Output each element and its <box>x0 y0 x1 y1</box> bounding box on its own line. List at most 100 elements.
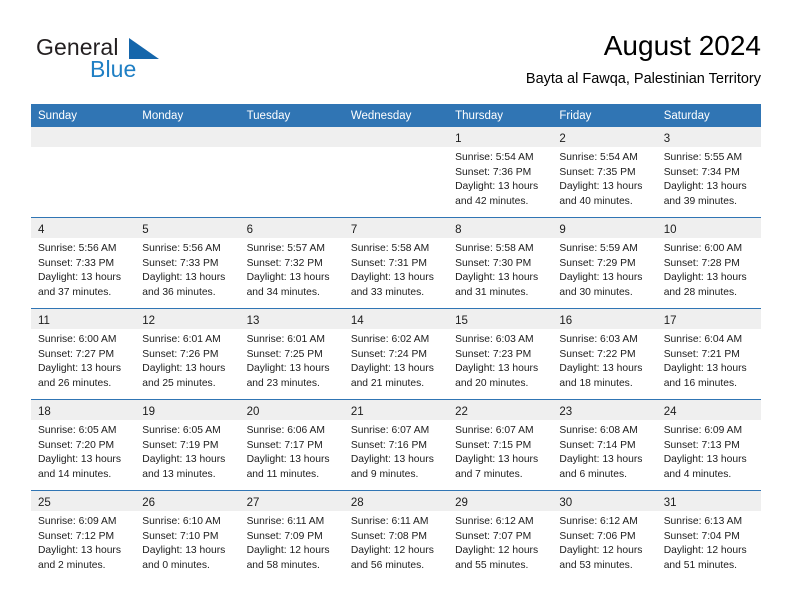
calendar-day-cell[interactable]: 11 Sunrise: 6:00 AM Sunset: 7:27 PM Dayligh… <box>31 308 136 400</box>
calendar-day-cell[interactable]: 1 Sunrise: 5:54 AM Sunset: 7:36 PM Daylight… <box>448 127 553 218</box>
day-number-band: 2 <box>552 127 657 147</box>
sunrise-text: Sunrise: 6:07 AM <box>350 425 430 436</box>
daylight-text-line2: and 4 minutes. <box>663 468 732 480</box>
daylight-text-line2: and 11 minutes. <box>246 468 320 480</box>
day-details: Sunrise: 6:00 AM Sunset: 7:28 PM Daylight:… <box>657 238 761 300</box>
daylight-text-line1: Daylight: 13 hours <box>246 272 330 284</box>
calendar-day-cell[interactable]: 10 Sunrise: 6:00 AM Sunset: 7:28 PM Dayligh… <box>656 217 761 309</box>
daylight-text-line2: and 9 minutes. <box>350 468 419 480</box>
daylight-text-line2: and 53 minutes. <box>559 559 633 571</box>
sunset-text: Sunset: 7:16 PM <box>350 439 427 451</box>
calendar-day-cell[interactable]: 19 Sunrise: 6:05 AM Sunset: 7:19 PM Dayligh… <box>135 399 240 491</box>
day-details <box>31 147 135 151</box>
calendar-day-cell[interactable]: 9 Sunrise: 5:59 AM Sunset: 7:29 PM Daylight… <box>552 217 657 309</box>
day-details: Sunrise: 6:11 AM Sunset: 7:08 PM Daylight:… <box>344 511 448 573</box>
calendar-day-cell[interactable]: 3 Sunrise: 5:55 AM Sunset: 7:34 PM Daylight… <box>656 127 761 218</box>
daylight-text-line2: and 14 minutes. <box>38 468 112 480</box>
day-details: Sunrise: 6:01 AM Sunset: 7:26 PM Daylight:… <box>135 329 239 391</box>
day-number-band: 8 <box>448 218 553 238</box>
day-number: 12 <box>142 315 156 327</box>
sunrise-text: Sunrise: 5:56 AM <box>142 243 221 254</box>
day-number-band: 28 <box>343 491 449 511</box>
day-details: Sunrise: 6:07 AM Sunset: 7:15 PM Daylight:… <box>448 420 552 482</box>
day-number-band: 19 <box>135 400 240 420</box>
day-number: 3 <box>663 133 671 145</box>
sunset-text: Sunset: 7:28 PM <box>663 257 740 269</box>
calendar-week-row: 18 Sunrise: 6:05 AM Sunset: 7:20 PM Dayligh… <box>31 399 761 491</box>
day-number: 7 <box>350 224 358 236</box>
daylight-text-line1: Daylight: 12 hours <box>559 545 643 557</box>
calendar-day-cell[interactable]: 28 Sunrise: 6:11 AM Sunset: 7:08 PM Dayligh… <box>343 490 449 581</box>
day-number: 21 <box>350 406 364 418</box>
day-number-band <box>239 127 344 147</box>
day-number: 29 <box>455 497 468 509</box>
calendar-day-cell[interactable]: 6 Sunrise: 5:57 AM Sunset: 7:32 PM Daylight… <box>239 217 344 309</box>
daylight-text-line1: Daylight: 13 hours <box>663 181 747 193</box>
calendar-day-cell[interactable]: 14 Sunrise: 6:02 AM Sunset: 7:24 PM Dayligh… <box>343 308 449 400</box>
day-details: Sunrise: 6:11 AM Sunset: 7:09 PM Daylight:… <box>240 511 344 573</box>
calendar-day-cell[interactable]: 24 Sunrise: 6:09 AM Sunset: 7:13 PM Dayligh… <box>656 399 761 491</box>
calendar-day-cell[interactable]: 13 Sunrise: 6:01 AM Sunset: 7:25 PM Dayligh… <box>239 308 344 400</box>
calendar-day-cell[interactable]: 29 Sunrise: 6:12 AM Sunset: 7:07 PM Dayligh… <box>448 490 553 581</box>
daylight-text-line2: and 7 minutes. <box>455 468 523 480</box>
daylight-text-line2: and 31 minutes. <box>455 286 529 298</box>
daylight-text-line1: Daylight: 13 hours <box>350 272 434 284</box>
sunset-text: Sunset: 7:34 PM <box>663 166 740 178</box>
calendar-day-cell[interactable]: 30 Sunrise: 6:12 AM Sunset: 7:06 PM Dayligh… <box>552 490 657 581</box>
daylight-text-line1: Daylight: 13 hours <box>455 454 539 466</box>
calendar-day-cell[interactable]: 7 Sunrise: 5:58 AM Sunset: 7:31 PM Daylight… <box>343 217 449 309</box>
calendar-day-cell[interactable]: 27 Sunrise: 6:11 AM Sunset: 7:09 PM Dayligh… <box>239 490 344 581</box>
sunset-text: Sunset: 7:14 PM <box>559 439 636 451</box>
day-number-band: 18 <box>31 400 136 420</box>
sunrise-text: Sunrise: 6:08 AM <box>559 425 638 436</box>
day-number-band: 15 <box>448 309 553 329</box>
day-details: Sunrise: 5:58 AM Sunset: 7:31 PM Daylight:… <box>344 238 448 300</box>
weekday-header-saturday: Saturday <box>656 104 761 127</box>
day-number: 31 <box>663 497 677 509</box>
sunset-text: Sunset: 7:12 PM <box>38 530 115 542</box>
day-number: 25 <box>38 497 51 509</box>
calendar-day-cell[interactable]: 4 Sunrise: 5:56 AM Sunset: 7:33 PM Daylight… <box>31 217 136 309</box>
sunrise-text: Sunrise: 5:54 AM <box>559 152 638 163</box>
daylight-text-line1: Daylight: 12 hours <box>350 545 434 557</box>
daylight-text-line2: and 55 minutes. <box>455 559 529 571</box>
calendar-day-cell[interactable]: 12 Sunrise: 6:01 AM Sunset: 7:26 PM Dayligh… <box>135 308 240 400</box>
day-details: Sunrise: 6:05 AM Sunset: 7:19 PM Daylight:… <box>135 420 239 482</box>
calendar-day-cell[interactable]: 8 Sunrise: 5:58 AM Sunset: 7:30 PM Daylight… <box>448 217 553 309</box>
daylight-text-line1: Daylight: 13 hours <box>663 363 747 375</box>
day-details: Sunrise: 6:01 AM Sunset: 7:25 PM Daylight:… <box>240 329 344 391</box>
calendar-day-cell[interactable]: 22 Sunrise: 6:07 AM Sunset: 7:15 PM Dayligh… <box>448 399 553 491</box>
brand-logo[interactable]: General Blue <box>31 34 261 92</box>
calendar-day-cell[interactable]: 17 Sunrise: 6:04 AM Sunset: 7:21 PM Dayligh… <box>656 308 761 400</box>
day-details: Sunrise: 5:54 AM Sunset: 7:36 PM Daylight:… <box>448 147 552 209</box>
sunset-text: Sunset: 7:09 PM <box>246 530 323 542</box>
day-number-band <box>31 127 136 147</box>
day-number-band: 31 <box>656 491 761 511</box>
calendar-day-cell[interactable]: 31 Sunrise: 6:13 AM Sunset: 7:04 PM Dayligh… <box>656 490 761 581</box>
calendar-week-row: 25 Sunrise: 6:09 AM Sunset: 7:12 PM Dayligh… <box>31 490 761 581</box>
calendar-day-cell[interactable]: 18 Sunrise: 6:05 AM Sunset: 7:20 PM Dayligh… <box>31 399 136 491</box>
calendar-day-cell[interactable]: 25 Sunrise: 6:09 AM Sunset: 7:12 PM Dayligh… <box>31 490 136 581</box>
calendar-day-cell[interactable]: 5 Sunrise: 5:56 AM Sunset: 7:33 PM Daylight… <box>135 217 240 309</box>
sunrise-text: Sunrise: 6:05 AM <box>142 425 221 436</box>
daylight-text-line2: and 30 minutes. <box>559 286 633 298</box>
day-number: 16 <box>559 315 573 327</box>
calendar-day-cell[interactable]: 15 Sunrise: 6:03 AM Sunset: 7:23 PM Dayligh… <box>448 308 553 400</box>
calendar-day-cell[interactable]: 16 Sunrise: 6:03 AM Sunset: 7:22 PM Dayligh… <box>552 308 657 400</box>
sunrise-text: Sunrise: 6:13 AM <box>663 516 743 527</box>
day-number: 26 <box>142 497 156 509</box>
calendar-day-cell[interactable]: 26 Sunrise: 6:10 AM Sunset: 7:10 PM Dayligh… <box>135 490 240 581</box>
daylight-text-line1: Daylight: 12 hours <box>663 545 747 557</box>
calendar-day-cell[interactable]: 20 Sunrise: 6:06 AM Sunset: 7:17 PM Dayligh… <box>239 399 344 491</box>
calendar-day-cell[interactable]: 2 Sunrise: 5:54 AM Sunset: 7:35 PM Daylight… <box>552 127 657 218</box>
calendar-day-cell[interactable]: 21 Sunrise: 6:07 AM Sunset: 7:16 PM Dayligh… <box>343 399 449 491</box>
day-details: Sunrise: 6:05 AM Sunset: 7:20 PM Daylight:… <box>31 420 135 482</box>
calendar-header-row: Sunday Monday Tuesday Wednesday Thursday… <box>31 104 761 127</box>
daylight-text-line1: Daylight: 13 hours <box>559 363 643 375</box>
sunrise-text: Sunrise: 6:07 AM <box>455 425 534 436</box>
sunset-text: Sunset: 7:29 PM <box>559 257 636 269</box>
daylight-text-line1: Daylight: 13 hours <box>455 181 539 193</box>
day-number: 20 <box>246 406 260 418</box>
calendar-day-cell[interactable]: 23 Sunrise: 6:08 AM Sunset: 7:14 PM Dayligh… <box>552 399 657 491</box>
daylight-text-line1: Daylight: 13 hours <box>246 454 330 466</box>
